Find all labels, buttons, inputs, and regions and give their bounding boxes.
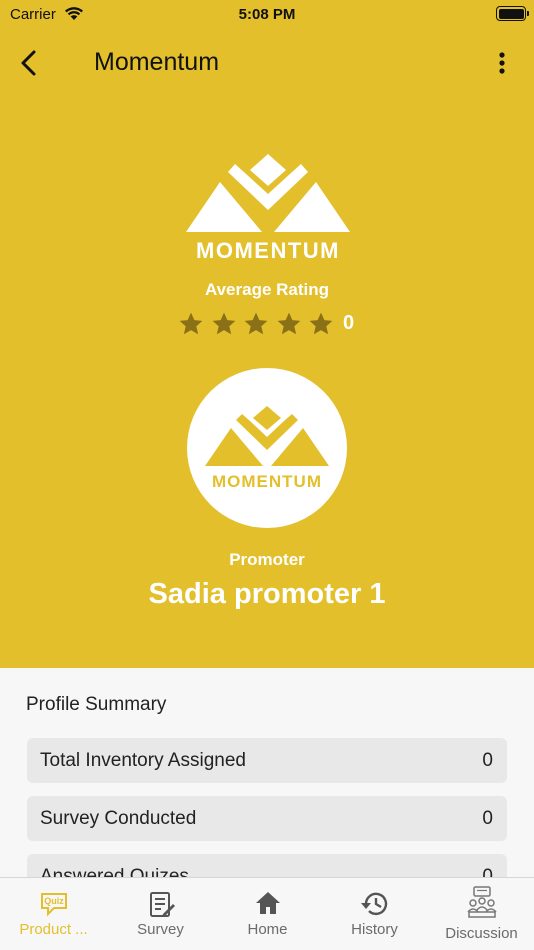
summary-row-value: 0 (482, 750, 493, 771)
profile-summary-title: Profile Summary (26, 694, 167, 715)
quiz-icon: Quiz (40, 893, 67, 917)
battery-icon (496, 6, 529, 21)
more-options-button[interactable] (488, 50, 516, 78)
logo-text: MOMENTUM (196, 238, 340, 262)
summary-row-survey[interactable]: Survey Conducted 0 (27, 796, 507, 841)
back-button[interactable] (14, 46, 46, 80)
tab-history[interactable]: History (321, 878, 428, 950)
star-icon (179, 312, 203, 335)
status-bar: Carrier 5:08 PM (0, 0, 534, 30)
tab-discussion[interactable]: Discussion (428, 878, 534, 950)
profile-header: Carrier 5:08 PM Momentum MOMENTUM Averag… (0, 0, 534, 668)
discussion-icon (466, 886, 497, 918)
brand-logo: MOMENTUM (180, 152, 356, 263)
summary-row-label: Survey Conducted (40, 808, 197, 829)
tab-home[interactable]: Home (214, 878, 321, 950)
summary-row-inventory[interactable]: Total Inventory Assigned 0 (27, 738, 507, 783)
average-rating-value: 0 (343, 312, 355, 334)
nav-bar: Momentum (0, 38, 534, 88)
rating-stars (178, 310, 341, 338)
star-icon (244, 312, 268, 335)
tab-product-quiz[interactable]: Quiz Product ... (0, 878, 107, 950)
average-rating-label: Average Rating (204, 280, 330, 299)
star-icon (277, 312, 300, 335)
survey-icon (149, 892, 175, 917)
avatar-logo-text: MOMENTUM (212, 472, 322, 491)
chevron-left-icon (21, 50, 36, 76)
tab-label: Product ... (19, 921, 88, 938)
avatar: MOMENTUM (187, 368, 347, 528)
tab-label: Discussion (445, 925, 518, 942)
page-title: Momentum (94, 48, 220, 76)
svg-text:Quiz: Quiz (44, 896, 64, 906)
star-icon (309, 312, 333, 335)
user-name: Sadia promoter 1 (148, 578, 386, 610)
user-role: Promoter (229, 550, 305, 569)
more-vertical-icon (499, 52, 505, 74)
status-time: 5:08 PM (238, 6, 296, 23)
star-icon (212, 312, 235, 335)
history-icon (360, 892, 387, 916)
tab-label: Survey (137, 921, 184, 938)
summary-row-label: Total Inventory Assigned (40, 750, 246, 771)
tab-label: Home (247, 921, 288, 938)
tab-bar: Quiz Product ... Survey Home History Dis… (0, 877, 534, 950)
tab-survey[interactable]: Survey (107, 878, 214, 950)
home-icon (255, 892, 280, 914)
tab-label: History (351, 921, 398, 938)
summary-row-value: 0 (482, 808, 493, 829)
